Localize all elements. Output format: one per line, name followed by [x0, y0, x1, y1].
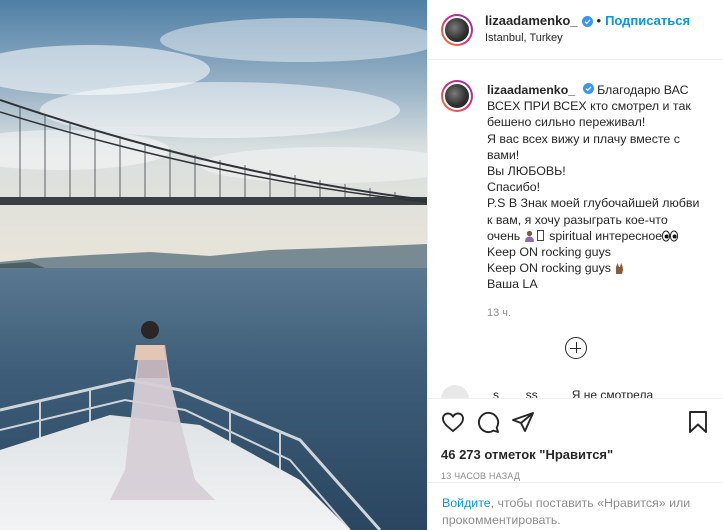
caption-line-part: Keep ON rocking guys: [487, 261, 611, 276]
caption-line: Вы ЛЮБОВЬ!: [487, 164, 566, 179]
missing-glyph-icon: [536, 229, 544, 241]
verified-badge-icon: [581, 15, 593, 27]
caption-line: ВСЕХ ПРИ ВСЕХ кто смотрел и так: [487, 99, 691, 114]
comment-bubble-icon: [477, 411, 500, 433]
paper-plane-icon: [512, 412, 534, 432]
comment-preview: s____ss Я не смотрела: [441, 385, 723, 399]
caption-username[interactable]: lizaadamenko_: [487, 83, 575, 97]
post-photo[interactable]: [0, 0, 427, 530]
post-actions: 46 273 отметок "Нравится" 13 часов назад: [428, 398, 723, 481]
caption-line: очень spiritual интересное: [487, 228, 708, 244]
comment-button[interactable]: [476, 410, 500, 434]
caption-line: Спасибо!: [487, 180, 541, 195]
caption-line: к вам, я хочу разыграть кое-что: [487, 212, 668, 227]
login-link[interactable]: Войдите: [442, 496, 491, 510]
login-prompt: Войдите, чтобы поставить «Нравится» или …: [428, 482, 723, 530]
caption-line: Keep ON rocking guys: [487, 260, 708, 276]
caption-time: 13 ч.: [487, 306, 512, 319]
caption-section: lizaadamenko_ Благодарю ВАС ВСЕХ ПРИ ВСЕ…: [428, 70, 723, 382]
caption-avatar[interactable]: [441, 80, 473, 112]
caption-line: Ваша LA: [487, 277, 538, 292]
rock-hand-emoji-icon: [616, 263, 624, 275]
plus-circle-icon[interactable]: [565, 337, 587, 359]
follow-button[interactable]: Подписаться: [605, 13, 690, 29]
caption-line: Я вас всех вижу и плачу вместе с: [487, 131, 680, 146]
caption-line: Благодарю ВАС: [597, 83, 689, 97]
eyes-emoji-icon: [662, 230, 679, 242]
verified-badge-icon: [582, 83, 594, 94]
post-timestamp[interactable]: 13 часов назад: [441, 471, 710, 481]
person-emoji-icon: [524, 230, 534, 242]
commenter-avatar[interactable]: [441, 385, 469, 399]
caption-line: Keep ON rocking guys: [487, 245, 611, 260]
share-button[interactable]: [511, 410, 535, 434]
author-avatar[interactable]: [441, 13, 473, 46]
caption-text: lizaadamenko_ Благодарю ВАС ВСЕХ ПРИ ВСЕ…: [487, 82, 708, 321]
caption-line-part: spiritual интересное: [549, 228, 663, 243]
bookmark-icon: [689, 411, 707, 433]
post-side-panel: lizaadamenko_ • Подписаться Istanbul, Tu…: [427, 0, 723, 530]
caption-line: вами!: [487, 147, 520, 162]
post-location[interactable]: Istanbul, Turkey: [485, 30, 690, 46]
separator-dot: •: [596, 13, 602, 28]
likes-count[interactable]: 46 273 отметок "Нравится": [441, 447, 710, 462]
author-username[interactable]: lizaadamenko_: [485, 13, 578, 29]
save-button[interactable]: [686, 410, 710, 434]
post-header: lizaadamenko_ • Подписаться Istanbul, Tu…: [428, 0, 723, 60]
caption-line-part: очень: [487, 228, 521, 243]
like-button[interactable]: [441, 410, 465, 434]
caption-line: P.S В Знак моей глубочайшей любви: [487, 196, 700, 211]
heart-icon: [442, 412, 464, 433]
caption-line: бешено сильно переживал!: [487, 115, 646, 130]
